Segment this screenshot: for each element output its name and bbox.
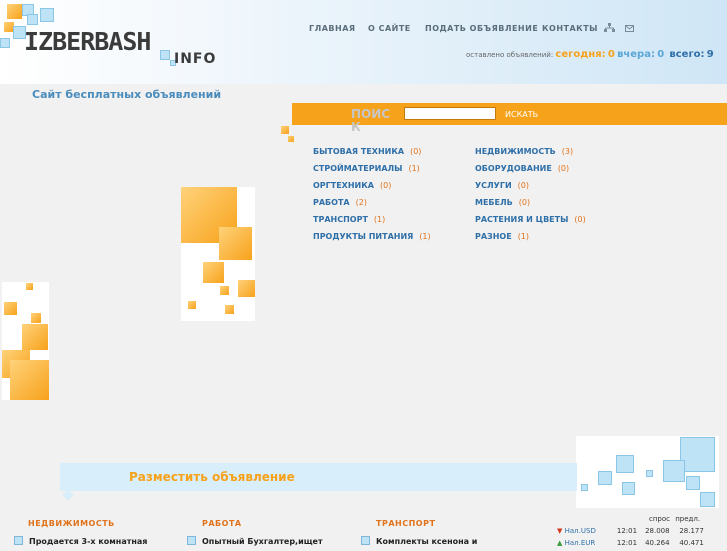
stats-label: оставлено объявлений: <box>466 51 554 59</box>
category-services[interactable]: УСЛУГИ (0) <box>475 181 529 190</box>
rate-buy: 28.008 <box>645 527 670 535</box>
nav-home[interactable]: ГЛАВНАЯ <box>309 24 356 33</box>
rate-sell: 28.177 <box>679 527 704 535</box>
place-ad-link[interactable]: Разместить объявление <box>129 470 295 484</box>
search-label: ПОИСК <box>351 107 391 134</box>
rate-name[interactable]: Нал.USD <box>565 527 615 535</box>
rate-time: 12:01 <box>616 527 638 535</box>
category-count: (3) <box>561 147 574 156</box>
recent-heading-real-estate[interactable]: НЕДВИЖИМОСТЬ <box>28 519 115 528</box>
place-ad-arrow <box>62 489 74 501</box>
category-office-equipment[interactable]: ОРГТЕХНИКА (0) <box>313 181 391 190</box>
category-count: (0) <box>574 215 586 224</box>
stats-yesterday-value: 0 <box>657 49 665 60</box>
rate-name[interactable]: Нал.EUR <box>565 539 615 547</box>
recent-heading-jobs[interactable]: РАБОТА <box>202 519 242 528</box>
trend-up-icon: ▲ <box>557 539 563 547</box>
category-food[interactable]: ПРОДУКТЫ ПИТАНИЯ (1) <box>313 232 431 241</box>
rate-row-usd: ▼ Нал.USD 12:01 28.008 28.177 <box>557 527 704 539</box>
category-name: ПРОДУКТЫ ПИТАНИЯ <box>313 232 414 241</box>
nav-about[interactable]: О САЙТЕ <box>368 24 411 33</box>
rates-col-buy: спрос <box>649 515 670 523</box>
category-misc[interactable]: РАЗНОЕ (1) <box>475 232 529 241</box>
category-name: ОБОРУДОВАНИЕ <box>475 164 552 173</box>
category-name: СТРОЙМАТЕРИАЛЫ <box>313 164 403 173</box>
category-name: РАСТЕНИЯ И ЦВЕТЫ <box>475 215 569 224</box>
category-count: (2) <box>355 198 367 207</box>
category-name: ТРАНСПОРТ <box>313 215 368 224</box>
stats-total-value: 9 <box>706 49 714 60</box>
category-name: УСЛУГИ <box>475 181 512 190</box>
category-real-estate[interactable]: НЕДВИЖИМОСТЬ (3) <box>475 147 573 156</box>
search-input[interactable] <box>404 107 496 120</box>
stats-total-label: всего: <box>669 49 705 60</box>
site-tagline: Сайт бесплатных объявлений <box>32 88 222 101</box>
bullet-icon <box>187 536 196 545</box>
category-count: (1) <box>373 215 386 224</box>
bullet-icon <box>361 536 370 545</box>
category-furniture[interactable]: МЕБЕЛЬ (0) <box>475 198 530 207</box>
currency-rates: спрос предл. ▼ Нал.USD 12:01 28.008 28.1… <box>557 515 704 551</box>
category-appliances[interactable]: БЫТОВАЯ ТЕХНИКА (0) <box>313 147 421 156</box>
stats-yesterday-label: вчера: <box>617 49 655 60</box>
category-equipment[interactable]: ОБОРУДОВАНИЕ (0) <box>475 164 569 173</box>
category-building-materials[interactable]: СТРОЙМАТЕРИАЛЫ (1) <box>313 164 420 173</box>
nav-submit-ad[interactable]: ПОДАТЬ ОБЪЯВЛЕНИЕ <box>425 24 538 33</box>
rate-row-eur: ▲ Нал.EUR 12:01 40.264 40.471 <box>557 539 704 551</box>
rate-buy: 40.264 <box>645 539 670 547</box>
mail-icon[interactable] <box>625 25 634 32</box>
sitemap-icon[interactable] <box>604 23 615 33</box>
category-name: НЕДВИЖИМОСТЬ <box>475 147 556 156</box>
rates-col-sell: предл. <box>675 515 701 523</box>
category-count: (0) <box>517 181 529 190</box>
recent-heading-transport[interactable]: ТРАНСПОРТ <box>376 519 435 528</box>
nav-contacts[interactable]: КОНТАКТЫ <box>542 24 598 33</box>
category-count: (0) <box>557 164 570 173</box>
logo-text[interactable]: IZBERBASH <box>24 27 151 56</box>
bullet-icon <box>14 536 23 545</box>
category-name: РАБОТА <box>313 198 350 207</box>
ad-stats: оставлено объявлений: сегодня: 0 вчера: … <box>466 49 714 60</box>
category-count: (0) <box>410 147 422 156</box>
category-name: РАЗНОЕ <box>475 232 512 241</box>
category-transport[interactable]: ТРАНСПОРТ (1) <box>313 215 385 224</box>
category-count: (0) <box>379 181 392 190</box>
category-count: (1) <box>408 164 420 173</box>
category-name: МЕБЕЛЬ <box>475 198 513 207</box>
rate-time: 12:01 <box>616 539 638 547</box>
logo-suffix[interactable]: INFO <box>174 51 216 67</box>
stats-today-label: сегодня: <box>555 49 606 60</box>
stats-today-value: 0 <box>607 49 615 60</box>
category-name: ОРГТЕХНИКА <box>313 181 374 190</box>
category-plants[interactable]: РАСТЕНИЯ И ЦВЕТЫ (0) <box>475 215 586 224</box>
category-name: БЫТОВАЯ ТЕХНИКА <box>313 147 405 156</box>
category-count: (1) <box>419 232 431 241</box>
rate-sell: 40.471 <box>679 539 704 547</box>
category-jobs[interactable]: РАБОТА (2) <box>313 198 367 207</box>
category-count: (1) <box>517 232 530 241</box>
trend-down-icon: ▼ <box>557 527 563 535</box>
category-count: (0) <box>518 198 531 207</box>
search-button[interactable]: ИСКАТЬ <box>505 110 538 119</box>
